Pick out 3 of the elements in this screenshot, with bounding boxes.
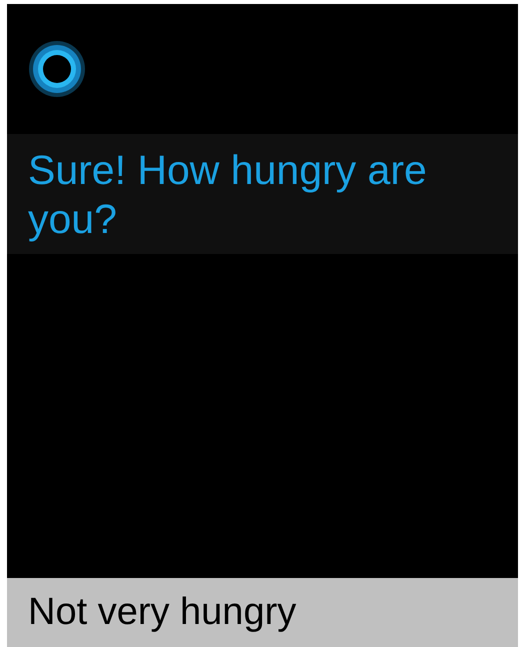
prompt-text: Sure! How hungry are you?: [28, 146, 428, 244]
assistant-ring-icon: [26, 38, 88, 100]
suggestion-button[interactable]: Not very hungry: [7, 578, 518, 647]
